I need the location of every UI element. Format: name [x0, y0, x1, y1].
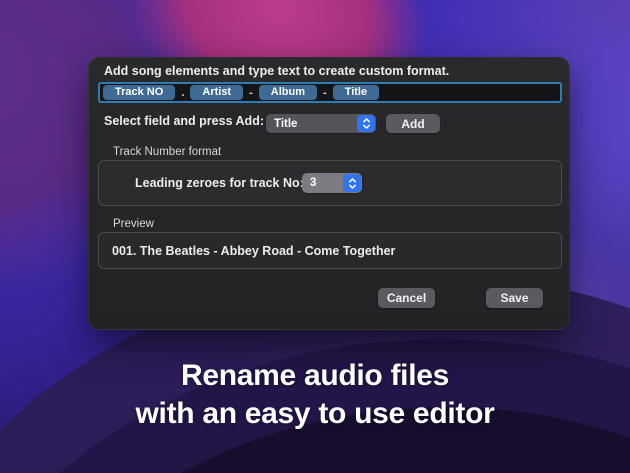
track-number-format-label: Track Number format	[113, 146, 221, 158]
save-button[interactable]: Save	[486, 288, 543, 308]
format-separator: .	[176, 87, 189, 99]
track-number-format-group: Leading zeroes for track No: 3	[98, 160, 562, 206]
caption-line-2: with an easy to use editor	[0, 395, 630, 433]
field-select-dropdown[interactable]: Title	[266, 114, 376, 133]
leading-zeroes-label: Leading zeroes for track No:	[135, 176, 304, 190]
leading-zeroes-dropdown[interactable]: 3	[302, 173, 362, 193]
preview-box: 001. The Beatles - Abbey Road - Come Tog…	[98, 232, 562, 269]
format-separator: -	[318, 87, 332, 99]
format-separator: -	[244, 87, 258, 99]
preview-label: Preview	[113, 218, 154, 230]
format-token-field[interactable]: Track NO . Artist - Album - Title	[98, 82, 562, 103]
cancel-button[interactable]: Cancel	[378, 288, 435, 308]
format-token-album[interactable]: Album	[259, 85, 317, 100]
dialog-instructions: Add song elements and type text to creat…	[104, 64, 449, 78]
format-token-track-no[interactable]: Track NO	[103, 85, 175, 100]
select-field-label: Select field and press Add:	[104, 114, 264, 128]
caption-line-1: Rename audio files	[0, 357, 630, 395]
stepper-icon	[357, 115, 375, 132]
screenshot-stage: Add song elements and type text to creat…	[0, 0, 630, 473]
marketing-caption: Rename audio files with an easy to use e…	[0, 357, 630, 433]
preview-text: 001. The Beatles - Abbey Road - Come Tog…	[99, 244, 395, 258]
rename-format-dialog: Add song elements and type text to creat…	[88, 57, 570, 330]
format-token-title[interactable]: Title	[333, 85, 379, 100]
format-token-artist[interactable]: Artist	[190, 85, 243, 100]
stepper-icon	[343, 174, 361, 192]
add-button[interactable]: Add	[386, 114, 440, 133]
